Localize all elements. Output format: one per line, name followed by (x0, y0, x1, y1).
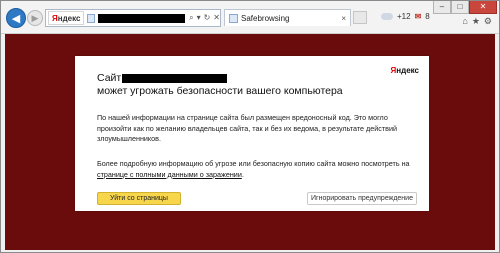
browser-window: ◀ ▶ Яндекс ⌕ ▾ ↻ ✕ Safebrowsing × +12 ✉ … (0, 0, 500, 253)
minimize-button[interactable]: – (433, 1, 451, 14)
arrow-left-icon: ◀ (11, 12, 21, 25)
dropdown-icon[interactable]: ▾ (197, 13, 201, 23)
search-icon[interactable]: ⌕ (189, 13, 193, 23)
warning-page: Яндекс Сайт может угрожать безопасности … (5, 34, 495, 250)
settings-gear-icon[interactable]: ⚙ (484, 16, 492, 27)
warning-card: Яндекс Сайт может угрожать безопасности … (75, 56, 429, 211)
browser-menu-icons: ⌂ ★ ⚙ (462, 16, 492, 27)
url-redacted (97, 13, 186, 23)
tab-close-icon[interactable]: × (341, 14, 346, 23)
home-icon[interactable]: ⌂ (462, 16, 467, 27)
maximize-button[interactable]: □ (451, 1, 469, 14)
mail-icon[interactable]: ✉ (415, 12, 422, 21)
forward-button[interactable]: ▶ (27, 10, 43, 26)
page-favicon (87, 13, 95, 23)
tab-favicon (229, 13, 238, 23)
stop-icon[interactable]: ✕ (213, 13, 220, 23)
toolbar-widgets: +12 ✉ 8 (381, 12, 430, 21)
more-info-text: Более подробную информацию об угрозе или… (97, 159, 410, 179)
yandex-logo: Яндекс (390, 66, 419, 75)
window-controls: – □ ✕ (433, 1, 497, 14)
ignore-warning-button[interactable]: Игнорировать предупреждение (307, 192, 417, 205)
infection-details-link[interactable]: странице с полными данными о заражении (97, 170, 242, 179)
warning-title: Сайт может угрожать безопасности вашего … (97, 72, 343, 97)
warning-description: По нашей информации на странице сайта бы… (97, 113, 397, 143)
arrow-right-icon: ▶ (31, 12, 39, 23)
mail-count[interactable]: 8 (425, 12, 429, 21)
weather-temp[interactable]: +12 (397, 12, 411, 21)
yandex-search-badge[interactable]: Яндекс (48, 11, 85, 25)
site-name-redacted (122, 74, 228, 83)
favorites-star-icon[interactable]: ★ (472, 16, 480, 27)
new-tab-button[interactable] (353, 11, 367, 24)
address-bar[interactable]: Яндекс ⌕ ▾ ↻ ✕ (45, 9, 221, 27)
browser-toolbar: ◀ ▶ Яндекс ⌕ ▾ ↻ ✕ Safebrowsing × +12 ✉ … (1, 1, 499, 34)
tab-title: Safebrowsing (241, 13, 290, 23)
weather-icon[interactable] (381, 13, 393, 20)
tab-safebrowsing[interactable]: Safebrowsing × (224, 9, 351, 26)
back-button[interactable]: ◀ (6, 8, 26, 28)
refresh-icon[interactable]: ↻ (204, 13, 211, 23)
close-window-button[interactable]: ✕ (469, 1, 497, 14)
leave-page-button[interactable]: Уйти со страницы (97, 192, 181, 205)
